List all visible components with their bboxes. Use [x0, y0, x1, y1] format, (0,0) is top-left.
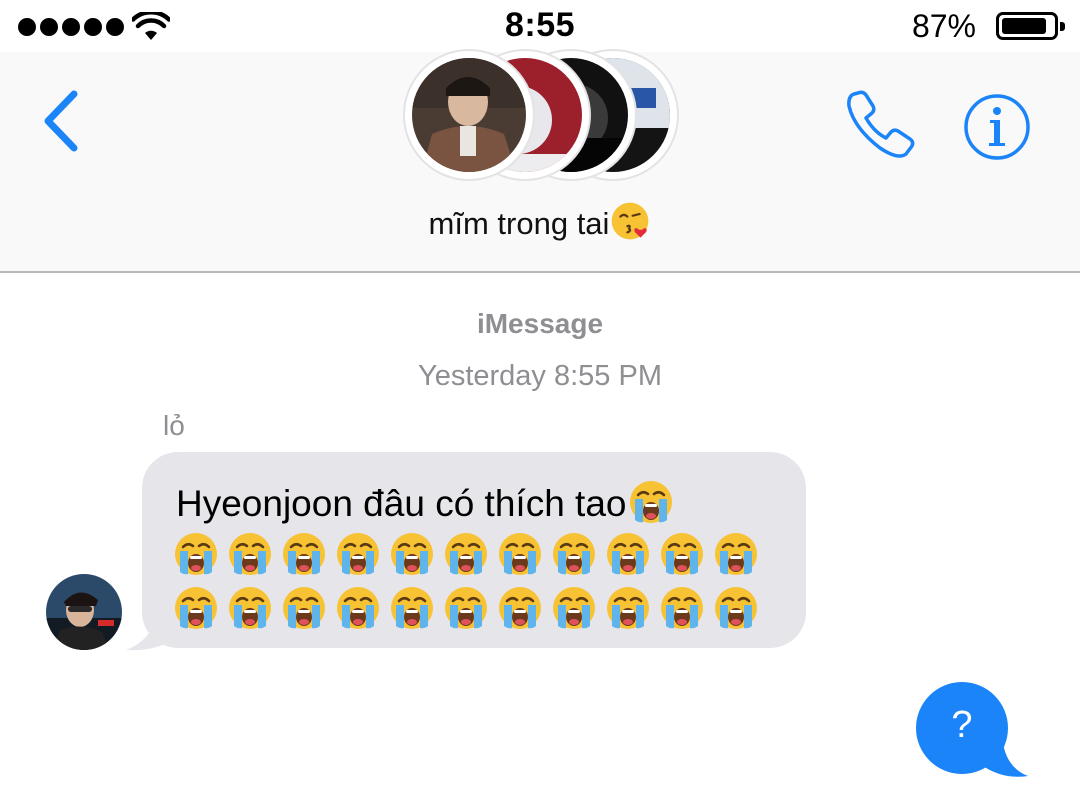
group-name[interactable]: mĩm trong tai [0, 200, 1080, 242]
loudly-crying-face-icon [391, 587, 433, 629]
loudly-crying-face-icon [553, 533, 595, 575]
loudly-crying-face-icon [391, 533, 433, 575]
loudly-crying-face-icon [607, 587, 649, 629]
conversation-header: mĩm trong tai [0, 51, 1080, 273]
group-avatars[interactable] [405, 51, 677, 183]
outgoing-message-text: ? [951, 704, 973, 746]
message-timestamp: Yesterday 8:55 PM [418, 360, 662, 392]
loudly-crying-face-icon [553, 587, 595, 629]
back-chevron-icon[interactable] [36, 86, 92, 156]
loudly-crying-face-icon [715, 587, 757, 629]
battery-icon [996, 12, 1065, 40]
loudly-crying-face-icon [175, 587, 217, 629]
emoji-row [172, 530, 760, 578]
outgoing-message-bubble[interactable]: ? [916, 682, 1008, 774]
loudly-crying-face-icon [629, 481, 672, 523]
loudly-crying-face-icon [229, 533, 271, 575]
loudly-crying-face-icon [283, 587, 325, 629]
loudly-crying-face-icon [445, 587, 487, 629]
phone-icon[interactable] [840, 88, 920, 162]
incoming-message-bubble[interactable]: Hyeonjoon đâu có thích tao [142, 452, 806, 648]
status-time: 8:55 [504, 6, 576, 44]
group-member-avatar [405, 51, 533, 179]
group-name-text: mĩm trong tai [428, 206, 610, 241]
loudly-crying-face-icon [445, 533, 487, 575]
loudly-crying-face-icon [607, 533, 649, 575]
kissing-face-icon [612, 202, 649, 240]
info-icon[interactable] [962, 92, 1032, 162]
loudly-crying-face-icon [175, 533, 217, 575]
emoji-row [172, 584, 760, 632]
message-text-content: Hyeonjoon đâu có thích tao [176, 483, 627, 524]
loudly-crying-face-icon [715, 533, 757, 575]
sender-avatar[interactable] [46, 574, 122, 650]
loudly-crying-face-icon [499, 533, 541, 575]
loudly-crying-face-icon [661, 533, 703, 575]
loudly-crying-face-icon [499, 587, 541, 629]
loudly-crying-face-icon [229, 587, 271, 629]
message-text: Hyeonjoon đâu có thích tao [176, 478, 675, 526]
battery-percent: 87% [911, 8, 976, 44]
status-bar: 8:55 87% [0, 0, 1080, 52]
loudly-crying-face-icon [661, 587, 703, 629]
loudly-crying-face-icon [337, 587, 379, 629]
sender-name: lỏ [163, 410, 185, 441]
service-label: iMessage [476, 308, 604, 339]
battery-level-fill [1002, 18, 1046, 34]
loudly-crying-face-icon [337, 533, 379, 575]
loudly-crying-face-icon [283, 533, 325, 575]
